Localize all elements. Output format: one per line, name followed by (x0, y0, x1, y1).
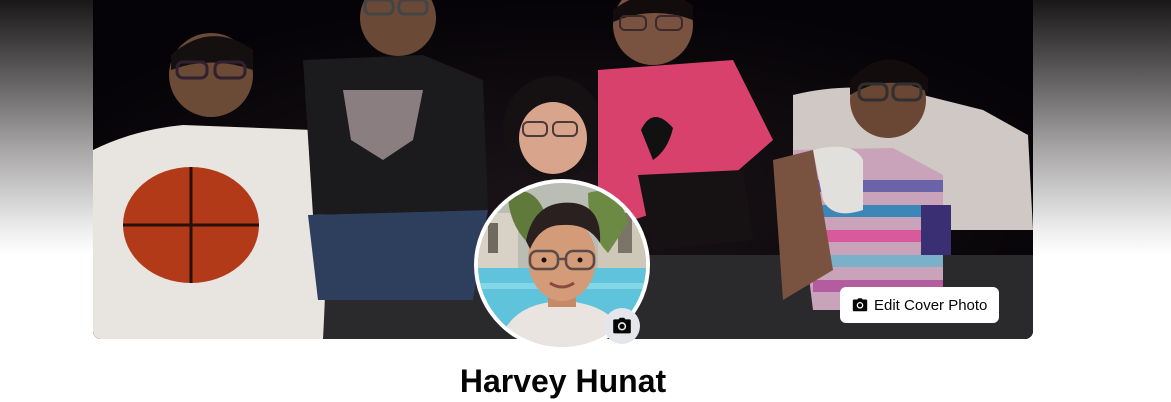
camera-icon (852, 297, 868, 313)
update-profile-picture-button[interactable] (604, 308, 640, 344)
edit-cover-photo-button[interactable]: Edit Cover Photo (840, 287, 1000, 323)
profile-name: Harvey Hunat (459, 363, 667, 399)
edit-cover-photo-label: Edit Cover Photo (874, 296, 988, 314)
profile-picture-container (474, 179, 652, 353)
camera-icon (612, 316, 632, 336)
